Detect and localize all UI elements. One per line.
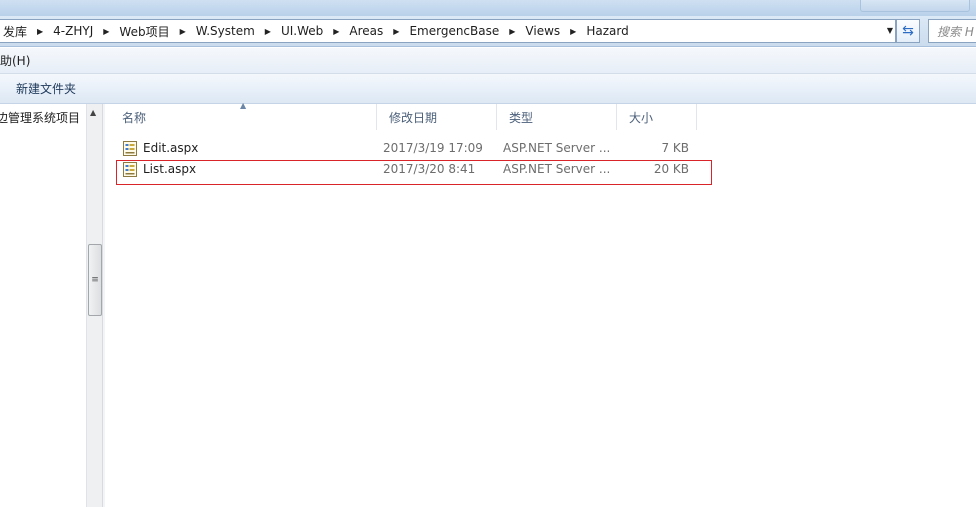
breadcrumb-arrow-icon[interactable]: ▶	[393, 27, 399, 36]
scrollbar-thumb[interactable]: ≡	[88, 244, 102, 316]
breadcrumb-item[interactable]: W.System ▶	[190, 20, 275, 42]
file-row[interactable]: Edit.aspx 2017/3/19 17:09 ASP.NET Server…	[117, 138, 713, 159]
file-type: ASP.NET Server ...	[503, 141, 611, 155]
search-placeholder: 搜索 H	[937, 24, 974, 39]
grip-icon: ≡	[91, 275, 99, 285]
column-header-name[interactable]: 名称	[110, 104, 377, 130]
breadcrumb-item[interactable]: Views ▶	[519, 20, 580, 42]
command-toolbar: 新建文件夹	[0, 74, 976, 104]
breadcrumb-item[interactable]: UI.Web ▶	[275, 20, 343, 42]
nav-tree-item[interactable]: 边管理系统项目	[0, 109, 80, 126]
navigation-pane: 边管理系统项目	[0, 104, 87, 507]
file-modified: 2017/3/19 17:09	[383, 141, 483, 155]
breadcrumb-arrow-icon[interactable]: ▶	[265, 27, 271, 36]
breadcrumb-item[interactable]: Web项目 ▶	[113, 20, 189, 42]
address-bar-row: 发库 ▶ 4-ZHYJ ▶ Web项目 ▶ W.System ▶ UI.Web ▶ Are…	[0, 16, 976, 47]
search-input[interactable]: 搜索 H	[928, 19, 976, 43]
breadcrumb-item[interactable]: Hazard	[580, 20, 632, 42]
breadcrumb-arrow-icon[interactable]: ▶	[509, 27, 515, 36]
column-header-size[interactable]: 大小	[617, 104, 697, 130]
breadcrumb-arrow-icon[interactable]: ▶	[180, 27, 186, 36]
window-controls-area	[860, 0, 970, 12]
breadcrumb-item[interactable]: EmergencBase ▶	[403, 20, 519, 42]
new-folder-button[interactable]: 新建文件夹	[16, 80, 76, 97]
menu-item-help[interactable]: 助(H)	[0, 52, 30, 69]
refresh-button[interactable]: ⇆	[896, 19, 920, 43]
breadcrumb-item[interactable]: 4-ZHYJ ▶	[47, 20, 113, 42]
breadcrumb-arrow-icon[interactable]: ▶	[570, 27, 576, 36]
address-history-dropdown-icon[interactable]: ▼	[887, 26, 893, 35]
menu-bar: 助(H)	[0, 48, 976, 74]
refresh-icon: ⇆	[902, 23, 914, 39]
file-size: 7 KB	[661, 141, 689, 155]
column-header-date-modified[interactable]: 修改日期	[377, 104, 497, 130]
address-bar[interactable]: 发库 ▶ 4-ZHYJ ▶ Web项目 ▶ W.System ▶ UI.Web ▶ Are…	[0, 19, 896, 43]
breadcrumb-arrow-icon[interactable]: ▶	[333, 27, 339, 36]
column-header-type[interactable]: 类型	[497, 104, 617, 130]
scroll-up-arrow-icon[interactable]: ▲	[90, 108, 96, 117]
navigation-scrollbar[interactable]: ▲ ≡	[86, 104, 103, 507]
breadcrumb-item[interactable]: Areas ▶	[343, 20, 403, 42]
highlight-annotation-box	[116, 160, 712, 185]
aspx-file-icon	[123, 141, 137, 156]
breadcrumb-item[interactable]: 发库 ▶	[0, 20, 47, 42]
breadcrumb-arrow-icon[interactable]: ▶	[103, 27, 109, 36]
window-title-strip	[0, 0, 976, 16]
breadcrumb-arrow-icon[interactable]: ▶	[37, 27, 43, 36]
file-name: Edit.aspx	[143, 141, 199, 155]
